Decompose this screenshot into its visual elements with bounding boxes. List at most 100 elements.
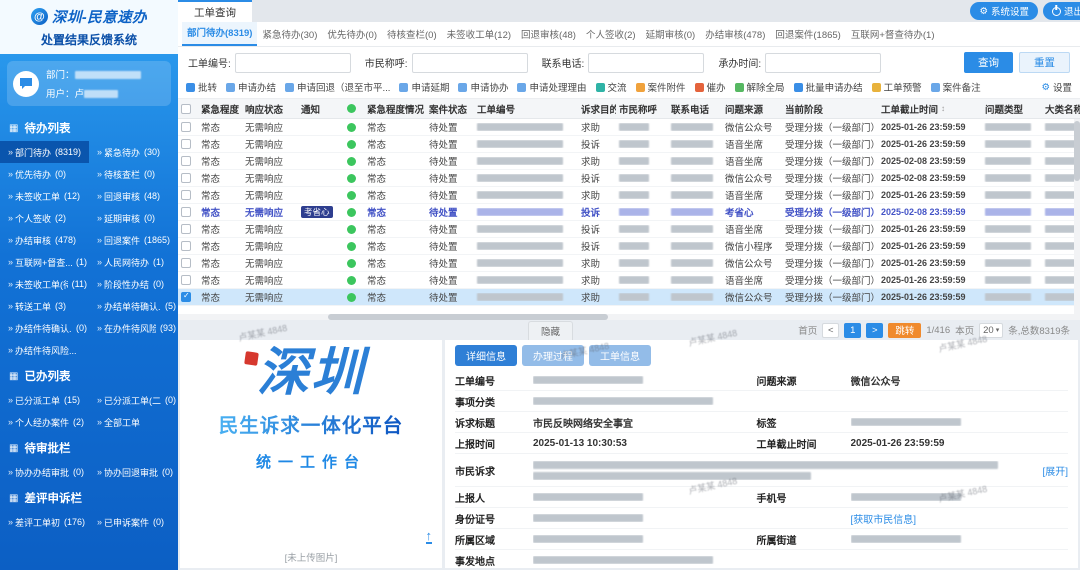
row-checkbox[interactable] xyxy=(181,190,191,200)
filter-tab[interactable]: 延期审核(0) xyxy=(641,22,701,46)
table-row[interactable]: 常态无需响应常态待处置求助微信公众号受理分拨（一级部门）2025-01-26 2… xyxy=(178,255,1080,272)
table-row[interactable]: 常态无需响应常态待处置投诉语音坐席受理分拨（一级部门）2025-01-26 23… xyxy=(178,136,1080,153)
horizontal-scrollbar[interactable] xyxy=(178,314,1074,320)
filter-tab[interactable]: 紧急待办(30) xyxy=(257,22,322,46)
detail-tab[interactable]: 办理过程 xyxy=(522,345,584,366)
filter-tab[interactable]: 部门待办(8319) xyxy=(182,22,257,46)
table-row[interactable]: 常态无需响应常态待处置求助语音坐席受理分拨（一级部门）2025-02-08 23… xyxy=(178,153,1080,170)
batch-button[interactable]: 批量申请办结 xyxy=(794,80,863,94)
table-row[interactable]: 常态无需响应常态待处置投诉微信公众号受理分拨（一级部门）2025-02-08 2… xyxy=(178,170,1080,187)
doc-button[interactable]: 申请处理理由 xyxy=(517,80,586,94)
note-button[interactable]: 案件备注 xyxy=(931,80,981,94)
table-row[interactable]: 常态无需响应常态待处置求助微信公众号受理分拨（一级部门）2025-01-26 2… xyxy=(178,119,1080,136)
sidebar-section-title[interactable]: ▦差评申诉栏 xyxy=(0,483,178,511)
order-no-input[interactable] xyxy=(235,53,351,73)
sidebar-item[interactable]: »全部工单 xyxy=(89,411,178,433)
sidebar-item[interactable]: »办结件待确认...(0) xyxy=(0,317,89,339)
scrollbar-thumb[interactable] xyxy=(328,314,608,320)
sidebar-item[interactable]: »办结审核(478) xyxy=(0,229,89,251)
unlock-button[interactable]: 解除全局 xyxy=(735,80,785,94)
sidebar-item[interactable]: »在办件待风险...(93) xyxy=(89,317,178,339)
row-checkbox[interactable] xyxy=(181,224,191,234)
doc-button[interactable]: 申请回退（退至市平... xyxy=(285,80,390,94)
sidebar-item[interactable]: »办结单待确认...(5) xyxy=(89,295,178,317)
sidebar-item[interactable]: »阶段性办结(0) xyxy=(89,273,178,295)
first-page-button[interactable]: 首页 xyxy=(798,323,817,337)
table-row[interactable]: 常态无需响应常态待处置求助微信公众号受理分拨（一级部门）2025-01-26 2… xyxy=(178,289,1080,306)
alert-button[interactable]: 工单预警 xyxy=(872,80,922,94)
handle-time-input[interactable] xyxy=(765,53,881,73)
sidebar-item[interactable]: »部门待办(8319) xyxy=(0,141,89,163)
jump-button[interactable]: 跳转 xyxy=(888,323,921,338)
doc-button[interactable]: 申请办结 xyxy=(226,80,276,94)
row-checkbox[interactable] xyxy=(181,241,191,251)
link[interactable]: [展开] xyxy=(1042,463,1068,478)
sidebar-item[interactable]: »协办办结审批(0) xyxy=(0,461,89,483)
sidebar-item[interactable]: »回退案件(1865) xyxy=(89,229,178,251)
sidebar-section-title[interactable]: ▦待审批栏 xyxy=(0,433,178,461)
sidebar-item[interactable]: »办结件待风险... xyxy=(0,339,89,361)
row-checkbox[interactable] xyxy=(181,156,191,166)
tab-work-order-query[interactable]: 工单查询 xyxy=(178,0,252,22)
filter-tab[interactable]: 办结审核(478) xyxy=(700,22,770,46)
next-page-button[interactable]: > xyxy=(866,323,883,338)
sidebar-item[interactable]: »回退审核(48) xyxy=(89,185,178,207)
vertical-scrollbar[interactable] xyxy=(1074,119,1080,320)
sidebar-item[interactable]: »待核查栏(0) xyxy=(89,163,178,185)
row-checkbox[interactable] xyxy=(181,122,191,132)
sidebar-item[interactable]: »个人签收(2) xyxy=(0,207,89,229)
filter-tab[interactable]: 待核查栏(0) xyxy=(382,22,442,46)
sidebar-item[interactable]: »已分派工单(二...(0) xyxy=(89,389,178,411)
sidebar-item[interactable]: »未签收工单(待...(11) xyxy=(0,273,89,295)
sidebar-item[interactable]: »个人经办案件(2) xyxy=(0,411,89,433)
detail-tab[interactable]: 工单信息 xyxy=(589,345,651,366)
row-checkbox[interactable] xyxy=(181,258,191,268)
attachment-button[interactable]: 案件附件 xyxy=(636,80,686,94)
filter-tab[interactable]: 互联网+督查待办(1) xyxy=(846,22,940,46)
sidebar-item[interactable]: »未签收工单(12) xyxy=(0,185,89,207)
row-checkbox[interactable] xyxy=(181,292,191,302)
filter-tab[interactable]: 未签收工单(12) xyxy=(442,22,516,46)
sidebar-item[interactable]: »已分派工单(15) xyxy=(0,389,89,411)
citizen-name-input[interactable] xyxy=(412,53,528,73)
page-size-select[interactable]: 20▾ xyxy=(979,323,1003,338)
sidebar-item[interactable]: »互联网+督查...(1) xyxy=(0,251,89,273)
row-checkbox[interactable] xyxy=(181,139,191,149)
reset-button[interactable]: 重置 xyxy=(1019,52,1070,73)
sidebar-item[interactable]: »紧急待办(30) xyxy=(89,141,178,163)
table-row[interactable]: 常态无需响应常态待处置求助语音坐席受理分拨（一级部门）2025-01-26 23… xyxy=(178,187,1080,204)
table-settings-button[interactable]: ⚙设置 xyxy=(1041,80,1072,94)
hide-panel-button[interactable]: 隐藏 xyxy=(528,321,573,340)
prev-page-button[interactable]: < xyxy=(822,323,839,338)
logout-button[interactable]: 退出 xyxy=(1043,2,1080,20)
row-checkbox[interactable] xyxy=(181,207,191,217)
filter-tab[interactable]: 回退审核(48) xyxy=(516,22,581,46)
doc-button[interactable]: 申请协办 xyxy=(458,80,508,94)
sidebar-item[interactable]: »转送工单(3) xyxy=(0,295,89,317)
upload-icon[interactable]: ↑ xyxy=(426,529,433,544)
select-all-checkbox[interactable] xyxy=(181,104,191,114)
row-checkbox[interactable] xyxy=(181,275,191,285)
system-settings-button[interactable]: ⚙系统设置 xyxy=(970,2,1038,20)
doc-button[interactable]: 申请延期 xyxy=(399,80,449,94)
current-page[interactable]: 1 xyxy=(844,323,861,338)
table-row[interactable]: 常态无需响应常态待处置求助语音坐席受理分拨（一级部门）2025-01-26 23… xyxy=(178,272,1080,289)
sidebar-item[interactable]: »优先待办(0) xyxy=(0,163,89,185)
chat-button[interactable]: 交流 xyxy=(596,80,627,94)
table-row[interactable]: 常态无需响应考省心常态待处置投诉考省心受理分拨（一级部门）2025-02-08 … xyxy=(178,204,1080,221)
filter-tab[interactable]: 回退案件(1865) xyxy=(770,22,845,46)
table-row[interactable]: 常态无需响应常态待处置投诉微信小程序受理分拨（一级部门）2025-01-26 2… xyxy=(178,238,1080,255)
transfer-button[interactable]: 批转 xyxy=(186,80,217,94)
sidebar-item[interactable]: »已申诉案件(0) xyxy=(89,511,178,533)
detail-tab[interactable]: 详细信息 xyxy=(455,345,517,366)
urge-button[interactable]: 催办 xyxy=(695,80,726,94)
sidebar-item[interactable]: »协办回退审批(0) xyxy=(89,461,178,483)
filter-tab[interactable]: 优先待办(0) xyxy=(322,22,382,46)
link[interactable]: [获取市民信息] xyxy=(851,511,917,526)
sidebar-item[interactable]: »延期审核(0) xyxy=(89,207,178,229)
query-button[interactable]: 查询 xyxy=(964,52,1013,73)
scrollbar-thumb[interactable] xyxy=(1074,121,1080,181)
row-checkbox[interactable] xyxy=(181,173,191,183)
filter-tab[interactable]: 个人签收(2) xyxy=(581,22,641,46)
phone-input[interactable] xyxy=(588,53,704,73)
